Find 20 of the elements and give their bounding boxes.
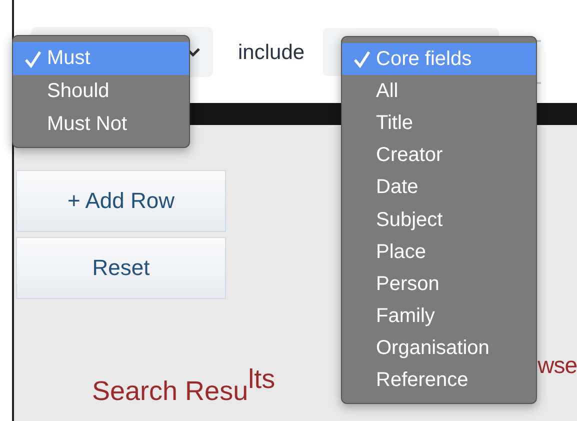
menu-item[interactable]: Family — [342, 300, 536, 333]
menu-item[interactable]: Subject — [342, 204, 536, 236]
checkmark-icon — [353, 50, 371, 68]
menu-item[interactable]: Core fields — [342, 43, 536, 76]
add-row-button[interactable]: + Add Row — [16, 170, 226, 232]
menu-item[interactable]: Creator — [342, 140, 536, 172]
menu-item[interactable]: Reference — [342, 364, 536, 398]
menu-item[interactable]: Title — [342, 107, 536, 140]
menu-item[interactable]: All — [342, 75, 536, 108]
menu-item[interactable]: Must Not — [13, 108, 189, 141]
reset-button[interactable]: Reset — [16, 237, 226, 299]
menu-item[interactable]: Date — [342, 172, 536, 204]
menu-item[interactable]: Person — [342, 268, 536, 300]
menu-item[interactable]: Place — [342, 236, 536, 268]
menu-item[interactable]: Should — [13, 75, 189, 108]
checkmark-icon — [24, 50, 42, 68]
menu-item[interactable]: Organisation — [342, 332, 536, 365]
menu-item[interactable]: Must — [13, 42, 189, 75]
include-label: include — [238, 41, 305, 65]
browse-heading[interactable]: wse — [538, 352, 577, 407]
